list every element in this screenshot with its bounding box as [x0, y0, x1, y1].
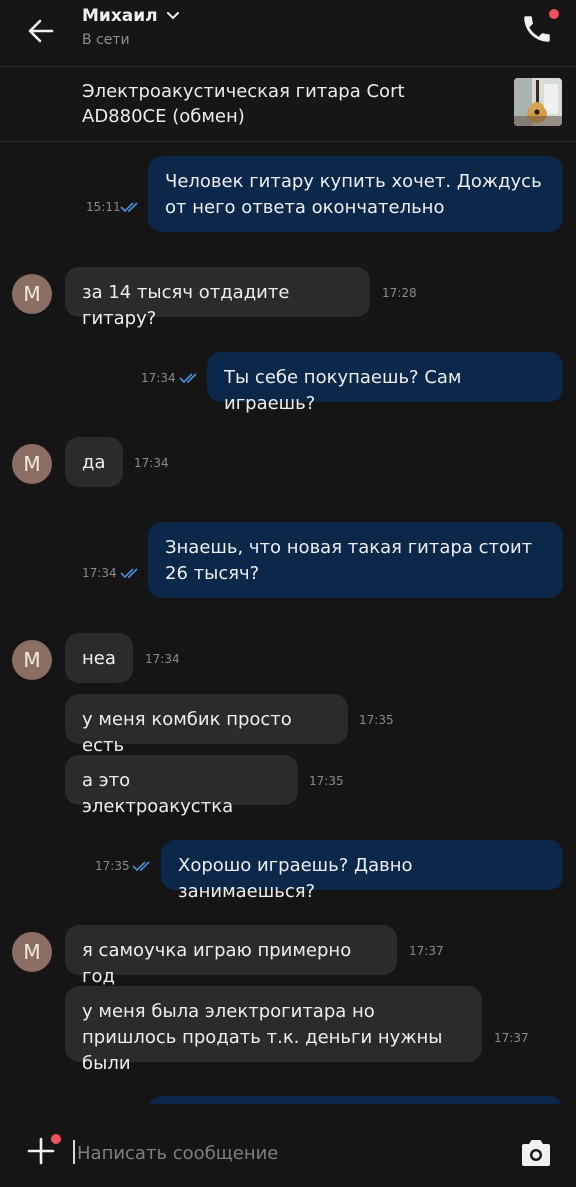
message-bubble[interactable]: у меня комбик просто есть — [65, 694, 348, 756]
avatar[interactable]: M — [12, 640, 52, 680]
message-text: Человек гитару купить хочет. Дождусь от … — [165, 171, 542, 218]
avatar[interactable]: M — [12, 444, 52, 484]
phone-icon — [524, 16, 550, 42]
message-time: 15:11 — [86, 200, 121, 214]
camera-button[interactable] — [520, 1138, 552, 1168]
message-bubble[interactable]: да — [65, 437, 123, 487]
message-time: 17:37 — [494, 1031, 529, 1045]
camera-icon — [522, 1140, 550, 1166]
contact-name: Михаил — [82, 6, 158, 26]
chat-header: Михаил В сети — [0, 0, 576, 67]
message-bubble[interactable]: Ты себе покупаешь? Сам играешь? — [207, 352, 563, 414]
online-status: В сети — [82, 32, 130, 48]
chat-screen: Михаил В сети Электроакустическая гитара… — [0, 0, 576, 1187]
guitar-photo — [514, 78, 562, 126]
message-composer — [0, 1108, 576, 1187]
attach-notification-dot — [51, 1134, 61, 1144]
listing-card[interactable]: Электроакустическая гитара Cort AD880CE … — [0, 67, 576, 142]
arrow-left-icon — [28, 19, 54, 43]
message-text: а это электроакустка — [82, 770, 234, 817]
message-time: 17:34 — [134, 456, 169, 470]
read-ticks-icon — [179, 373, 197, 384]
contact-info[interactable]: Михаил В сети — [82, 6, 179, 48]
read-ticks-icon — [120, 202, 138, 213]
back-button[interactable] — [26, 16, 56, 46]
message-bubble[interactable]: Знаешь, что новая такая гитара стоит 26 … — [148, 522, 563, 598]
message-text: Хорошо играешь? Давно занимаешься? — [178, 855, 413, 902]
message-input[interactable] — [75, 1137, 479, 1169]
read-ticks-icon — [132, 861, 150, 872]
avatar[interactable]: M — [12, 932, 52, 972]
message-text: неа — [82, 648, 116, 669]
message-bubble[interactable]: Человек гитару купить хочет. Дождусь от … — [148, 156, 563, 232]
message-bubble[interactable]: неа — [65, 633, 133, 683]
message-time: 17:35 — [95, 859, 130, 873]
message-time: 17:37 — [409, 944, 444, 958]
message-text: у меня комбик просто есть — [82, 709, 292, 756]
message-bubble[interactable]: я самоучка играю примерно год — [65, 925, 397, 987]
message-text: да — [82, 452, 106, 473]
message-bubble[interactable]: за 14 тысяч отдадите гитару? — [65, 267, 370, 329]
message-bubble[interactable]: у меня была электрогитара но пришлось пр… — [65, 986, 482, 1074]
read-ticks-icon — [120, 568, 138, 579]
call-notification-dot — [549, 9, 559, 19]
message-text: у меня была электрогитара но пришлось пр… — [82, 1001, 443, 1074]
message-time: 17:34 — [141, 371, 176, 385]
message-text: за 14 тысяч отдадите гитару? — [82, 282, 290, 329]
message-time: 17:34 — [145, 652, 180, 666]
listing-thumbnail[interactable] — [514, 78, 562, 126]
message-bubble-partial[interactable] — [148, 1096, 563, 1104]
message-text: Ты себе покупаешь? Сам играешь? — [224, 367, 462, 414]
avatar[interactable]: M — [12, 274, 52, 314]
message-bubble[interactable]: а это электроакустка — [65, 755, 298, 817]
message-time: 17:28 — [382, 286, 417, 300]
message-text: я самоучка играю примерно год — [82, 940, 352, 987]
message-bubble[interactable]: Хорошо играешь? Давно занимаешься? — [161, 840, 563, 902]
message-list[interactable]: 15:11 Человек гитару купить хочет. Дожду… — [0, 142, 576, 1104]
message-time: 17:35 — [359, 713, 394, 727]
message-text: Знаешь, что новая такая гитара стоит 26 … — [165, 537, 533, 584]
message-time: 17:34 — [82, 566, 117, 580]
message-time: 17:35 — [309, 774, 344, 788]
listing-title: Электроакустическая гитара Cort AD880CE … — [82, 81, 405, 127]
chevron-down-icon — [166, 12, 179, 20]
